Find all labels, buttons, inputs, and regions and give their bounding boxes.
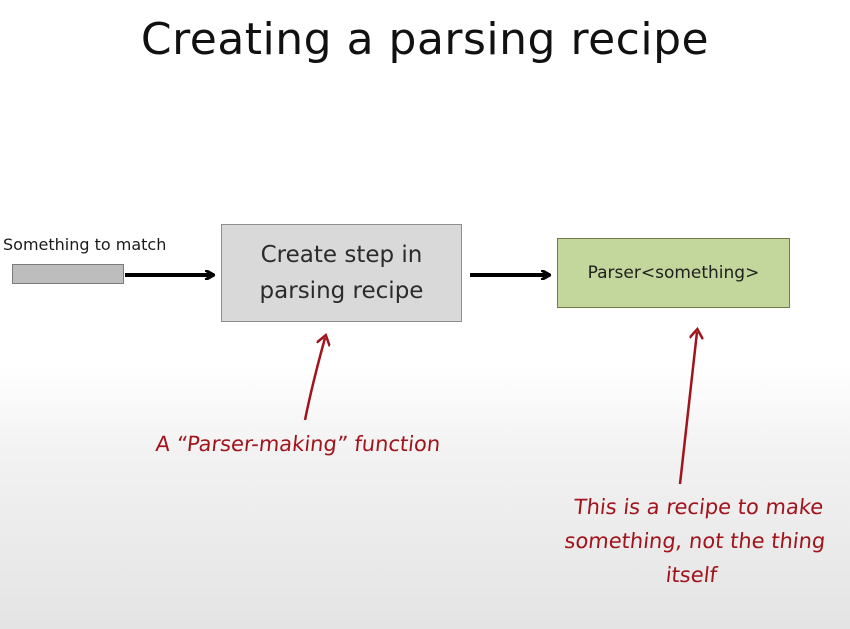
annotation-arrow-parser [678,332,697,485]
annotation-recipe-line-3: itself [664,563,719,587]
annotation-recipe-note: This is a recipe to make something, not … [540,490,850,592]
annotation-recipe-line-2: something, not the thing [563,529,827,553]
annotation-parser-making: A “Parser-making” function [154,432,442,456]
annotation-arrow-step [303,338,325,421]
annotation-recipe-line-1: This is a recipe to make [572,495,825,519]
